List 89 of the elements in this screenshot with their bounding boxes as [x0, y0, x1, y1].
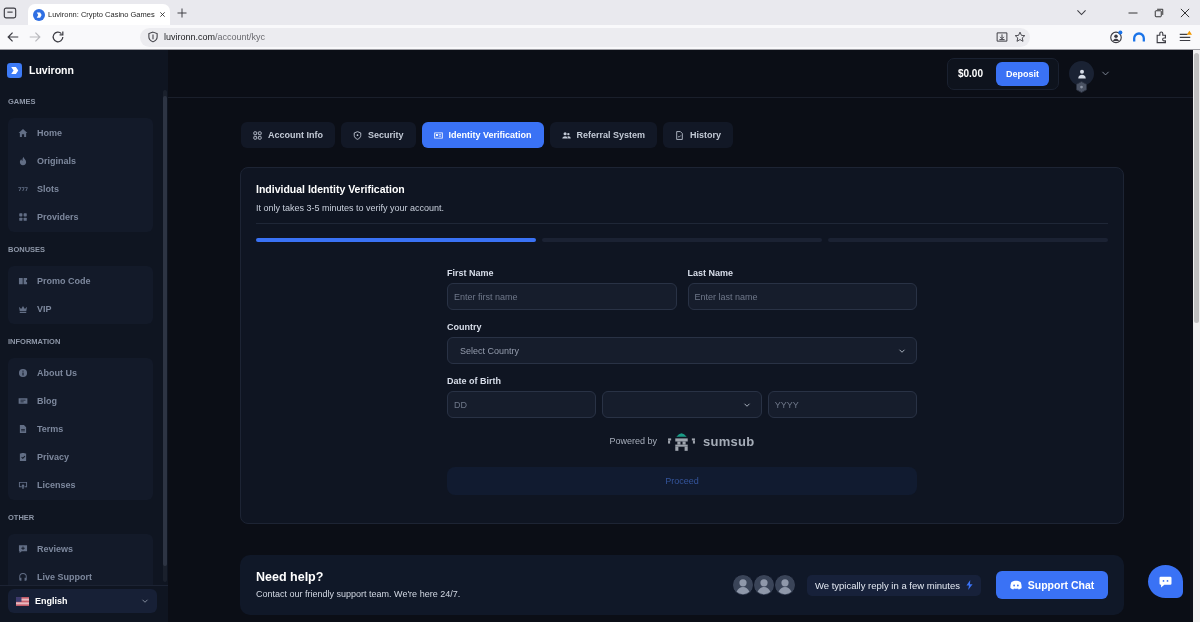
favicon-icon	[33, 8, 45, 21]
arch-icon[interactable]	[1132, 30, 1146, 44]
day-field[interactable]: DD	[447, 391, 597, 418]
nav-item[interactable]: Privacy	[8, 443, 153, 471]
info-icon	[18, 368, 28, 378]
profile-icon[interactable]	[1109, 30, 1123, 44]
grid-icon	[18, 212, 28, 222]
year-field[interactable]: YYYY	[767, 391, 917, 418]
chat-bubble-icon	[1159, 575, 1172, 588]
nav-item[interactable]: Reviews	[8, 535, 153, 563]
nav-item[interactable]: Terms	[8, 415, 153, 443]
support-chat-button[interactable]: Support Chat	[996, 571, 1108, 599]
headset-icon	[18, 572, 28, 582]
profile-button[interactable]	[1069, 61, 1094, 86]
field-label: Country	[447, 321, 483, 333]
address-bar[interactable]: luvironn.com/account/kyc	[140, 27, 1030, 47]
document-icon	[675, 130, 685, 140]
ticket-icon	[18, 276, 28, 286]
nav-item[interactable]: VIP	[8, 295, 153, 323]
nav-item[interactable]: Promo Code	[8, 267, 153, 295]
download-icon[interactable]	[996, 31, 1008, 43]
puzzle-icon[interactable]	[1155, 30, 1169, 44]
tab-list-icon[interactable]	[3, 5, 17, 20]
chat-icon	[1009, 579, 1022, 591]
help-title: Need help?	[256, 570, 325, 584]
close-icon[interactable]	[1179, 6, 1191, 19]
balance-amount: $0.00	[957, 68, 983, 79]
nav-item[interactable]: Originals	[8, 147, 153, 175]
tab[interactable]: Account Info	[241, 122, 335, 148]
brand-name[interactable]: Luvironn	[29, 64, 74, 76]
reload-icon[interactable]	[51, 30, 65, 44]
avatar	[752, 574, 775, 596]
nav-item[interactable]: Home	[8, 119, 153, 147]
plus-icon[interactable]	[175, 6, 188, 19]
provider-wordmark: sumsub	[702, 433, 755, 449]
certificate-icon	[18, 480, 28, 490]
panel-subtitle: It only takes 3-5 minutes to verify your account.	[256, 203, 446, 213]
hexagon-badge-icon	[1076, 81, 1087, 93]
field-label: Last Name	[687, 267, 735, 279]
pixel-logo-icon	[666, 430, 696, 452]
reply-time-text: We typically reply in a few minutes	[814, 579, 960, 591]
home-icon	[18, 128, 28, 138]
id-card-icon	[433, 130, 443, 140]
tab[interactable]: History	[663, 122, 734, 148]
nav-item[interactable]: Licenses	[8, 471, 153, 499]
clipboard-check-icon	[18, 452, 28, 462]
restore-icon[interactable]	[1153, 6, 1165, 19]
lightning-icon	[966, 580, 973, 590]
back-arrow-icon[interactable]	[6, 30, 20, 44]
chat-plus-icon	[18, 544, 28, 554]
crown-icon	[18, 304, 28, 314]
help-text: Contact our friendly support team. We're here 24/7.	[256, 589, 462, 600]
first-name-field[interactable]: Enter first name	[447, 283, 677, 310]
flag-icon	[16, 596, 29, 606]
tab[interactable]: Referral System	[549, 122, 658, 148]
panel-title: Individual Identity Verification	[256, 183, 406, 195]
brand-logo-icon[interactable]	[7, 62, 22, 78]
language-selector[interactable]: English	[8, 589, 157, 613]
nav-item[interactable]: About Us	[8, 359, 153, 387]
deposit-button[interactable]: Deposit	[996, 61, 1049, 86]
field-label: Date of Birth	[447, 375, 502, 387]
grid-icon	[253, 130, 262, 140]
newspaper-icon	[18, 396, 28, 406]
field-label: First Name	[447, 267, 495, 279]
page-scrollbar[interactable]	[1193, 50, 1200, 622]
sevens-icon	[18, 184, 28, 194]
nav-item[interactable]: Blog	[8, 387, 153, 415]
tab[interactable]: Identity Verification	[421, 122, 544, 148]
chevron-down-icon	[141, 597, 149, 605]
shield-icon[interactable]	[147, 31, 159, 43]
close-icon[interactable]	[158, 11, 166, 18]
last-name-field[interactable]: Enter last name	[687, 283, 917, 310]
menu-icon[interactable]	[1178, 30, 1192, 44]
avatar	[731, 574, 754, 596]
country-select[interactable]: Select Country	[447, 337, 917, 364]
document-icon	[18, 424, 28, 434]
nav-item[interactable]: Providers	[8, 203, 153, 231]
tab[interactable]: Security	[341, 122, 416, 148]
flame-icon	[18, 156, 28, 166]
chat-launcher-button[interactable]	[1148, 565, 1183, 598]
sidebar-scrollbar[interactable]	[163, 90, 167, 582]
nav-item[interactable]: Slots	[8, 175, 153, 203]
user-icon	[1076, 68, 1087, 79]
avatar	[773, 574, 796, 596]
users-icon	[561, 130, 571, 140]
powered-by-text: Powered by	[609, 436, 657, 446]
star-icon[interactable]	[1014, 31, 1026, 43]
shield-icon	[353, 130, 362, 140]
nav-item[interactable]: Live Support	[8, 563, 153, 585]
